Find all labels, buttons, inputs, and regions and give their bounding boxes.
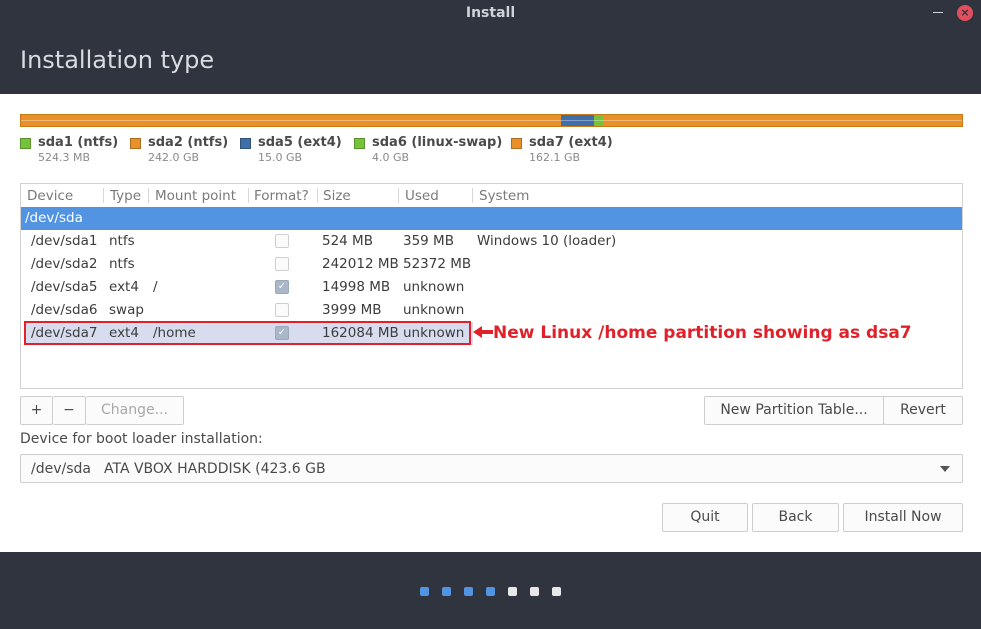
row-device: /dev/sda6 (31, 302, 98, 318)
table-row[interactable]: /dev/sda2 ntfs 242012 MB 52372 MB (21, 253, 962, 276)
format-checkbox[interactable] (275, 234, 289, 248)
step-dot (464, 587, 473, 596)
legend-size: 162.1 GB (529, 151, 581, 164)
page-title: Installation type (20, 46, 215, 74)
row-used: unknown (403, 302, 465, 318)
legend-swatch (511, 138, 522, 149)
column-divider (248, 188, 249, 203)
column-divider (103, 188, 104, 203)
legend-size: 4.0 GB (372, 151, 410, 164)
bootloader-device-select[interactable]: /dev/sda ATA VBOX HARDDISK (423.6 GB (20, 454, 963, 483)
legend-swatch (240, 138, 251, 149)
row-device: /dev/sda2 (31, 256, 98, 272)
row-size: 3999 MB (322, 302, 382, 318)
row-type: ntfs (109, 233, 135, 249)
quit-button[interactable]: Quit (662, 503, 748, 532)
minimize-icon[interactable] (931, 4, 945, 18)
legend-swatch (354, 138, 365, 149)
annotation-highlight-box (24, 321, 471, 345)
bootloader-description: ATA VBOX HARDDISK (423.6 GB (104, 461, 326, 477)
step-dot (442, 587, 451, 596)
legend-name: sda7 (ext4) (529, 135, 613, 150)
format-checkbox[interactable]: ✓ (275, 280, 289, 294)
format-checkbox[interactable] (275, 257, 289, 271)
row-device: /dev/sda5 (31, 279, 98, 295)
row-mount: / (153, 279, 158, 295)
table-row[interactable]: /dev/sda5 ext4 / ✓ 14998 MB unknown (21, 276, 962, 299)
new-partition-table-button[interactable]: New Partition Table... (704, 396, 884, 425)
row-type: ntfs (109, 256, 135, 272)
step-dot (420, 587, 429, 596)
row-size: 14998 MB (322, 279, 391, 295)
legend-swatch (20, 138, 31, 149)
back-button[interactable]: Back (752, 503, 839, 532)
change-partition-button[interactable]: Change... (86, 396, 184, 425)
column-divider (148, 188, 149, 203)
partition-bar-highlight (21, 120, 962, 121)
step-dot (552, 587, 561, 596)
row-type: ext4 (109, 279, 139, 295)
column-header-type[interactable]: Type (110, 188, 141, 204)
row-type: swap (109, 302, 144, 318)
close-icon[interactable]: × (957, 5, 973, 21)
partition-bar (20, 114, 963, 127)
row-device: /dev/sda (25, 210, 83, 226)
legend-size: 15.0 GB (258, 151, 303, 164)
partition-table: Device Type Mount point Format? Size Use… (20, 183, 963, 389)
column-header-format[interactable]: Format? (254, 188, 309, 204)
row-system: Windows 10 (loader) (477, 233, 617, 249)
column-divider (472, 188, 473, 203)
step-dot (508, 587, 517, 596)
annotation-arrow-icon (473, 326, 493, 338)
row-size: 242012 MB (322, 256, 399, 272)
legend-size: 242.0 GB (148, 151, 200, 164)
install-now-button[interactable]: Install Now (843, 503, 963, 532)
column-header-size[interactable]: Size (323, 188, 351, 204)
table-header: Device Type Mount point Format? Size Use… (21, 184, 962, 207)
main-panel: sda1 (ntfs) 524.3 MB sda2 (ntfs) 242.0 G… (0, 94, 981, 552)
column-header-used[interactable]: Used (405, 188, 439, 204)
column-header-system[interactable]: System (479, 188, 529, 204)
column-divider (317, 188, 318, 203)
bootloader-label: Device for boot loader installation: (20, 431, 263, 447)
chevron-down-icon (940, 466, 950, 472)
add-partition-button[interactable]: + (20, 396, 53, 425)
table-row-disk[interactable]: /dev/sda (21, 207, 962, 230)
window-title: Install (465, 5, 516, 21)
table-row[interactable]: /dev/sda6 swap 3999 MB unknown (21, 299, 962, 322)
legend-name: sda6 (linux-swap) (372, 135, 503, 150)
row-used: 52372 MB (403, 256, 472, 272)
format-checkbox[interactable] (275, 303, 289, 317)
bootloader-device: /dev/sda (31, 461, 91, 477)
column-header-mount[interactable]: Mount point (155, 188, 236, 204)
row-device: /dev/sda1 (31, 233, 98, 249)
table-row[interactable]: /dev/sda1 ntfs 524 MB 359 MB Windows 10 … (21, 230, 962, 253)
legend-name: sda1 (ntfs) (38, 135, 119, 150)
row-used: 359 MB (403, 233, 454, 249)
legend-size: 524.3 MB (38, 151, 91, 164)
column-divider (398, 188, 399, 203)
revert-button[interactable]: Revert (883, 396, 963, 425)
row-size: 524 MB (322, 233, 373, 249)
step-dot (486, 587, 495, 596)
window-titlebar: Install × (0, 0, 981, 26)
legend-swatch (130, 138, 141, 149)
legend-name: sda2 (ntfs) (148, 135, 229, 150)
legend-name: sda5 (ext4) (258, 135, 342, 150)
column-header-device[interactable]: Device (27, 188, 73, 204)
row-used: unknown (403, 279, 465, 295)
step-dot (530, 587, 539, 596)
remove-partition-button[interactable]: − (53, 396, 86, 425)
annotation-text: New Linux /home partition showing as dsa… (493, 323, 912, 343)
page-header: Installation type (0, 26, 981, 94)
